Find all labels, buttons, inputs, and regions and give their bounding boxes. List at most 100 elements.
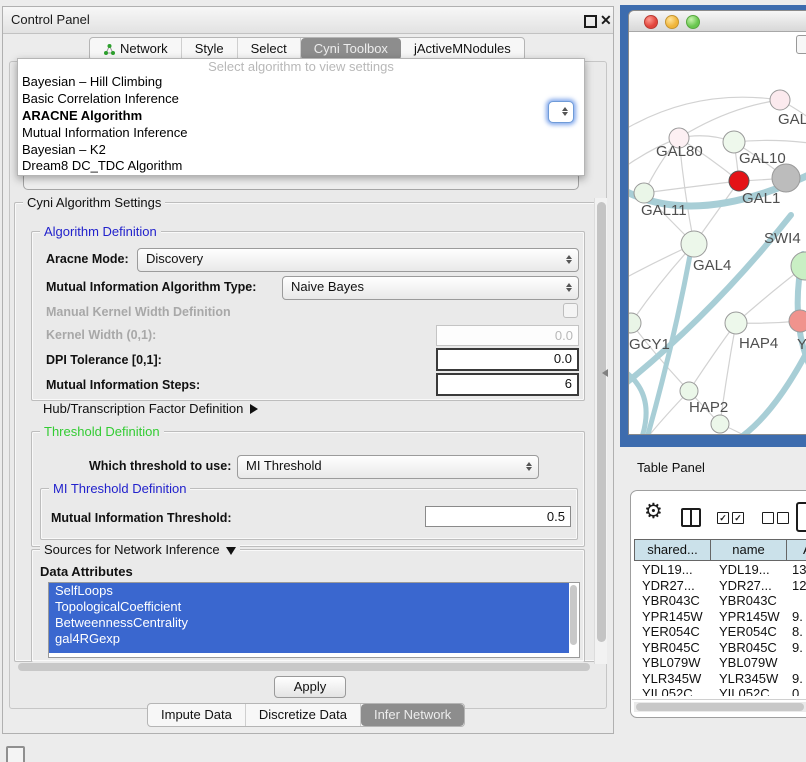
algorithm-popup-item[interactable]: Dream8 DC_TDC Algorithm — [18, 158, 584, 175]
node-label: HAP4 — [739, 335, 778, 352]
attribute-list-item[interactable]: TopologicalCoefficient — [49, 599, 569, 615]
tab-label: jActiveMNodules — [414, 38, 511, 60]
select-all-columns-icon[interactable]: ✓✓ — [717, 512, 744, 524]
function-builder-icon[interactable] — [796, 502, 806, 532]
algorithm-popup-item[interactable]: Bayesian – Hill Climbing — [18, 74, 584, 91]
close-icon[interactable]: ✕ — [600, 12, 612, 29]
birdseye-button[interactable] — [796, 35, 806, 54]
sources-toggle[interactable]: Sources for Network Inference — [40, 542, 240, 557]
node-label: GAL10 — [739, 150, 786, 167]
mi-threshold-group: MI Threshold Definition Mutual Informati… — [40, 488, 578, 540]
dpi-tolerance-input[interactable]: 0.0 — [436, 348, 579, 371]
node-label: GAL1 — [742, 190, 780, 207]
list-scrollbar-thumb[interactable] — [570, 585, 577, 645]
which-threshold-label: Which threshold to use: — [89, 459, 231, 473]
network-node-hap2[interactable] — [680, 382, 698, 400]
zoom-traffic-light-icon[interactable] — [686, 15, 700, 29]
network-node-hap4[interactable] — [725, 312, 747, 334]
tab-cyni-toolbox[interactable]: Cyni Toolbox — [301, 38, 401, 60]
scrollbar-thumb[interactable] — [636, 703, 804, 711]
tab-label: Discretize Data — [259, 704, 347, 726]
table-row[interactable]: YIL052CYIL052C0. — [634, 686, 806, 696]
tab-jactivemnodules[interactable]: jActiveMNodules — [401, 38, 524, 60]
network-icon — [103, 43, 116, 56]
mi-type-select[interactable]: Naive Bayes — [282, 276, 579, 300]
settings-vertical-scrollbar[interactable] — [594, 198, 607, 664]
tab-select[interactable]: Select — [238, 38, 301, 60]
splitpane-grip-icon[interactable] — [602, 369, 608, 377]
table-row[interactable]: YER054CYER054C8. — [634, 624, 806, 640]
algorithm-popup-item[interactable]: ARACNE Algorithm — [18, 108, 584, 125]
table-cell: 9. — [792, 640, 803, 656]
scrollbar-thumb[interactable] — [597, 202, 606, 642]
float-window-icon[interactable] — [584, 15, 597, 28]
column-header[interactable]: name — [710, 539, 786, 561]
scrollbar-thumb[interactable] — [18, 663, 590, 671]
table-row[interactable]: YDL19...YDL19...13 — [634, 562, 806, 578]
attribute-list-item[interactable]: BetweennessCentrality — [49, 615, 569, 631]
table-row[interactable]: YBL079WYBL079W — [634, 655, 806, 671]
algorithm-popup-item[interactable]: Mutual Information Inference — [18, 125, 584, 142]
attribute-list-item[interactable]: gal4RGexp — [49, 631, 569, 647]
network-node-gal-top[interactable] — [770, 90, 790, 110]
attribute-list-item-clipped[interactable] — [49, 647, 569, 653]
gear-icon[interactable]: ⚙ — [644, 499, 663, 524]
tab-impute-data[interactable]: Impute Data — [148, 704, 246, 726]
kernel-width-input[interactable]: 0.0 — [436, 325, 579, 346]
network-node-gal11[interactable] — [634, 183, 654, 203]
spinner-arrows-icon — [566, 255, 572, 264]
table-row[interactable]: YDR27...YDR27...12 — [634, 578, 806, 594]
table-horizontal-scrollbar[interactable] — [634, 702, 806, 712]
table-row[interactable]: YBR043CYBR043C — [634, 593, 806, 609]
manual-kernel-checkbox[interactable] — [563, 303, 578, 318]
table-body[interactable]: YDL19...YDL19...13YDR27...YDR27...12YBR0… — [634, 562, 806, 696]
aracne-mode-select[interactable]: Discovery — [137, 248, 579, 272]
column-header[interactable]: shared... — [634, 539, 710, 561]
screen: Control Panel ✕ NetworkStyleSelectCyni T… — [0, 0, 806, 762]
network-edge[interactable] — [644, 181, 739, 193]
table-cell: YIL052C — [642, 686, 693, 696]
network-edge[interactable] — [629, 97, 780, 127]
cyni-algorithm-settings-group: Cyni Algorithm Settings Algorithm Defini… — [14, 202, 598, 662]
threshold-definition-title: Threshold Definition — [40, 424, 164, 439]
network-node-salmon[interactable] — [789, 310, 806, 332]
network-node-gal1[interactable] — [729, 171, 749, 191]
column-header[interactable]: A — [786, 539, 806, 561]
network-node-unnamed-green[interactable] — [711, 415, 729, 433]
table-row[interactable]: YPR145WYPR145W9. — [634, 609, 806, 625]
apply-button[interactable]: Apply — [274, 676, 346, 698]
settings-horizontal-scrollbar[interactable] — [16, 662, 594, 673]
mi-threshold-input[interactable]: 0.5 — [425, 506, 571, 527]
algorithm-popup-item[interactable]: Bayesian – K2 — [18, 142, 584, 159]
tab-style[interactable]: Style — [182, 38, 238, 60]
network-node-gcy1[interactable] — [629, 313, 641, 333]
collapsed-arrow-icon — [250, 404, 258, 414]
data-attributes-list[interactable]: SelfLoopsTopologicalCoefficientBetweenne… — [48, 582, 580, 658]
tab-network[interactable]: Network — [90, 38, 182, 60]
network-node-unnamed-gray[interactable] — [772, 164, 800, 192]
minimized-panel-icon[interactable] — [6, 746, 25, 762]
which-threshold-select[interactable]: MI Threshold — [237, 455, 539, 479]
hub-definition-toggle[interactable]: Hub/Transcription Factor Definition — [43, 401, 258, 416]
aracne-mode-label: Aracne Mode: — [46, 252, 129, 266]
tab-infer-network[interactable]: Infer Network — [361, 704, 464, 726]
table-cell: 8. — [792, 624, 803, 640]
table-panel-title: Table Panel — [637, 460, 705, 475]
deselect-all-columns-icon[interactable] — [762, 512, 789, 524]
spinner-arrows-icon — [526, 462, 532, 471]
network-edge[interactable] — [689, 323, 736, 391]
table-cell: YBR045C — [642, 640, 700, 656]
network-edge-thick[interactable] — [629, 370, 646, 434]
mi-steps-input[interactable]: 6 — [436, 373, 579, 396]
table-row[interactable]: YBR045CYBR045C9. — [634, 640, 806, 656]
attribute-list-item[interactable]: SelfLoops — [49, 583, 569, 599]
columns-icon[interactable] — [681, 508, 701, 527]
tab-discretize-data[interactable]: Discretize Data — [246, 704, 361, 726]
network-node-gal4[interactable] — [681, 231, 707, 257]
minimize-traffic-light-icon[interactable] — [665, 15, 679, 29]
network-canvas[interactable]: GALGAL80GAL10GAL1GAL11SWI4GAL4GCY1HAP4YH… — [629, 32, 806, 434]
close-traffic-light-icon[interactable] — [644, 15, 658, 29]
table-row[interactable]: YLR345WYLR345W9. — [634, 671, 806, 687]
algorithm-popup-item[interactable]: Basic Correlation Inference — [18, 91, 584, 108]
tab-label: Network — [120, 38, 168, 60]
